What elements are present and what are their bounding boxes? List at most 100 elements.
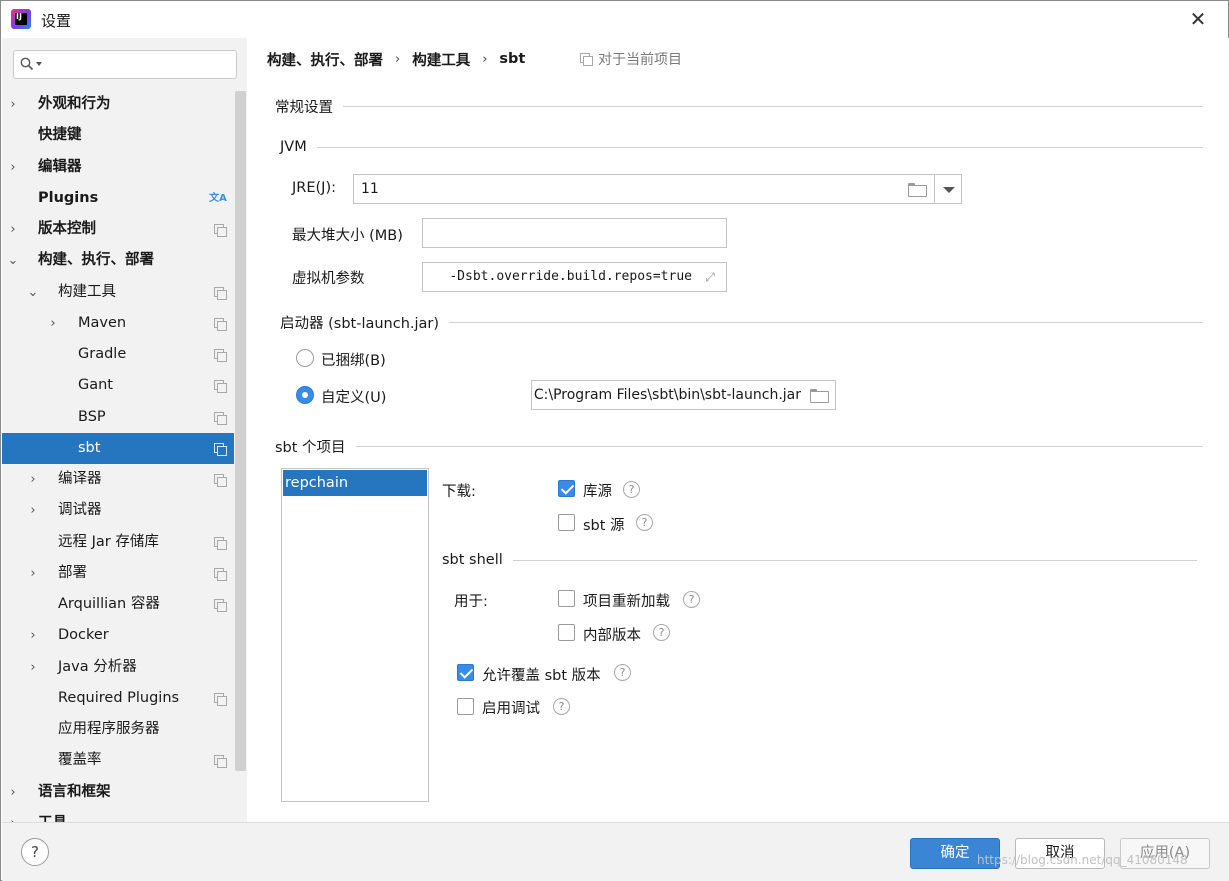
settings-search[interactable] — [13, 50, 237, 79]
help-icon[interactable]: ? — [683, 591, 700, 608]
section-divider — [343, 106, 1203, 107]
sidebar-item[interactable]: 覆盖率 — [2, 745, 234, 776]
project-reload-checkbox[interactable] — [558, 590, 575, 607]
launcher-path-field[interactable]: C:\Program Files\sbt\bin\sbt-launch.jar — [531, 380, 836, 410]
breadcrumb-separator-icon: › — [482, 51, 488, 67]
sidebar-item[interactable]: ⌄ 构建工具 — [2, 277, 234, 308]
settings-search-input[interactable] — [44, 54, 232, 75]
scope-note-text: 对于当前项目 — [598, 52, 682, 68]
sidebar-item[interactable]: Gradle — [2, 339, 234, 370]
project-scope-icon — [214, 411, 227, 425]
help-icon[interactable]: ? — [653, 624, 670, 641]
list-item[interactable]: repchain — [283, 470, 427, 496]
library-sources-checkbox[interactable] — [558, 480, 575, 497]
chevron-right-icon[interactable]: › — [26, 652, 40, 683]
bundled-label[interactable]: 已捆绑(B) — [321, 349, 386, 370]
chevron-down-icon[interactable]: ⌄ — [26, 277, 40, 308]
chevron-right-icon[interactable]: › — [6, 152, 20, 183]
builds-label[interactable]: 内部版本 — [583, 624, 641, 645]
vm-params-field[interactable]: -Dsbt.override.build.repos=true ⤢ — [422, 262, 727, 292]
help-icon[interactable]: ? — [553, 698, 570, 715]
chevron-right-icon[interactable]: › — [26, 464, 40, 495]
chevron-down-icon[interactable]: ⌄ — [6, 245, 20, 276]
sidebar-item[interactable]: 远程 Jar 存储库 — [2, 527, 234, 558]
sidebar-item[interactable]: › 语言和框架 — [2, 777, 234, 808]
sidebar-item[interactable]: › 部署 — [2, 558, 234, 589]
project-scope-icon — [214, 349, 227, 362]
chevron-right-icon[interactable]: › — [46, 308, 60, 339]
sidebar-item[interactable]: BSP — [2, 402, 234, 433]
help-icon[interactable]: ? — [636, 514, 653, 531]
sidebar-item-label: 调试器 — [58, 502, 102, 519]
sidebar-item[interactable]: › 调试器 — [2, 495, 234, 526]
sidebar-item[interactable]: Plugins 文A — [2, 183, 234, 214]
custom-label[interactable]: 自定义(U) — [321, 386, 386, 407]
section-divider — [449, 322, 1203, 323]
sidebar-item[interactable]: ⌄ 构建、执行、部署 — [2, 245, 234, 276]
expand-icon[interactable]: ⤢ — [703, 270, 717, 284]
library-sources-label[interactable]: 库源 — [583, 480, 612, 501]
folder-icon[interactable] — [908, 183, 927, 197]
sidebar-item-label: BSP — [78, 408, 106, 425]
sidebar-item-label: Required Plugins — [58, 689, 180, 706]
jre-dropdown-button[interactable] — [934, 174, 962, 204]
section-divider — [355, 446, 1203, 447]
help-icon[interactable]: ? — [614, 664, 631, 681]
sidebar-item[interactable]: Arquillian 容器 — [2, 589, 234, 620]
chevron-right-icon[interactable]: › — [26, 620, 40, 651]
sbt-sources-label[interactable]: sbt 源 — [583, 514, 625, 535]
section-title: JVM — [280, 139, 307, 155]
sidebar-item[interactable]: › Maven — [2, 308, 234, 339]
max-heap-field[interactable] — [422, 218, 727, 248]
sidebar-item-label: Arquillian 容器 — [58, 596, 160, 612]
sidebar-item[interactable]: 应用程序服务器 — [2, 714, 234, 745]
project-scope-icon — [214, 755, 227, 769]
enable-debug-label[interactable]: 启用调试 — [482, 697, 540, 718]
chevron-right-icon[interactable]: › — [26, 495, 40, 526]
use-for-label: 用于: — [454, 594, 488, 610]
sidebar-item[interactable]: › Java 分析器 — [2, 652, 234, 683]
bundled-radio[interactable] — [296, 349, 314, 367]
sidebar-item[interactable]: 快捷键 — [2, 120, 234, 151]
sidebar-item[interactable]: Gant — [2, 370, 234, 401]
sidebar-item[interactable]: › 版本控制 — [2, 214, 234, 245]
project-list[interactable]: repchain — [281, 468, 429, 802]
breadcrumb-item[interactable]: 构建工具 — [412, 49, 470, 70]
chevron-right-icon[interactable]: › — [26, 558, 40, 589]
sbt-projects-section: sbt 个项目 — [275, 436, 1203, 457]
intellij-app-icon: IJ — [11, 9, 31, 29]
search-history-caret-icon[interactable] — [36, 62, 42, 66]
sidebar-item-label: 应用程序服务器 — [58, 721, 160, 737]
sidebar-item[interactable]: › 工具 — [2, 808, 234, 822]
sidebar-scrollbar-thumb[interactable] — [235, 91, 246, 771]
breadcrumb-item[interactable]: 构建、执行、部署 — [267, 49, 383, 70]
help-icon[interactable]: ? — [623, 481, 640, 498]
chevron-right-icon[interactable]: › — [6, 89, 20, 120]
sidebar-item[interactable]: › 编译器 — [2, 464, 234, 495]
sidebar-item[interactable]: › Docker — [2, 620, 234, 651]
jre-field[interactable]: 11 — [353, 174, 935, 204]
allow-override-label[interactable]: 允许覆盖 sbt 版本 — [482, 664, 601, 685]
sidebar-item[interactable]: › 外观和行为 — [2, 89, 234, 120]
project-reload-label[interactable]: 项目重新加载 — [583, 590, 670, 611]
chevron-right-icon[interactable]: › — [6, 214, 20, 245]
builds-checkbox[interactable] — [558, 624, 575, 641]
sidebar-item[interactable]: Required Plugins — [2, 683, 234, 714]
dialog-footer: ? 确定 取消 应用(A) https://blog.csdn.net/qq_4… — [2, 822, 1229, 881]
custom-radio[interactable] — [296, 386, 314, 404]
folder-icon[interactable] — [810, 389, 829, 403]
allow-override-checkbox[interactable] — [457, 664, 474, 681]
sidebar-item[interactable]: sbt — [2, 432, 234, 464]
chevron-right-icon[interactable]: › — [6, 808, 20, 822]
help-button[interactable]: ? — [21, 838, 49, 866]
enable-debug-checkbox[interactable] — [457, 698, 474, 715]
sidebar-item[interactable]: › 编辑器 — [2, 152, 234, 183]
chevron-right-icon[interactable]: › — [6, 777, 20, 808]
sbt-sources-checkbox[interactable] — [558, 514, 575, 531]
settings-tree: › 外观和行为 快捷键 › 编辑器 Plugins 文A › 版本控制 ⌄ 构建、执行、部署 ⌄ 构建工… — [2, 89, 234, 822]
close-button[interactable]: ✕ — [1186, 7, 1210, 31]
project-scope-icon — [214, 536, 227, 550]
jre-value: 11 — [361, 181, 379, 197]
project-scope-icon — [214, 567, 227, 581]
sidebar-item-label: 构建工具 — [58, 283, 116, 300]
